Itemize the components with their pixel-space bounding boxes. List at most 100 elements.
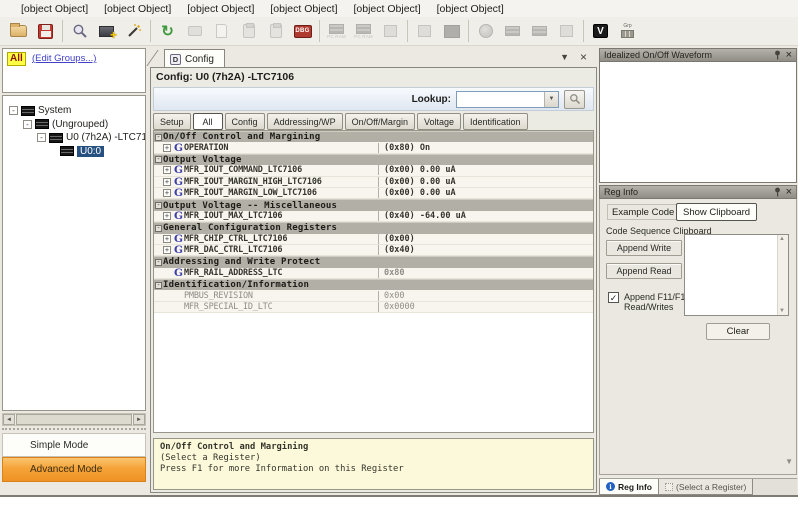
grid-entry[interactable]: G MFR_RAIL_ADDRESS_LTC 0x80 bbox=[154, 268, 593, 279]
clear-button[interactable]: Clear bbox=[706, 323, 770, 340]
tree-expander-icon[interactable]: - bbox=[9, 106, 18, 115]
telemetry-button[interactable] bbox=[182, 19, 207, 44]
grid-entry[interactable]: + G MFR_IOUT_MARGIN_HIGH_LTC7106 (0x00) … bbox=[154, 177, 593, 188]
menu-item[interactable]: [object Object] bbox=[96, 2, 179, 16]
grid-entry[interactable]: PMBUS_REVISION 0x00 bbox=[154, 290, 593, 301]
menu-item[interactable]: [object Object] bbox=[262, 2, 345, 16]
grid-entry[interactable]: + G MFR_DAC_CTRL_LTC7106 (0x40) bbox=[154, 245, 593, 256]
ram-a-button[interactable] bbox=[500, 19, 525, 44]
tree-expander-icon[interactable]: - bbox=[23, 120, 32, 129]
category-tab[interactable]: Voltage bbox=[417, 113, 461, 130]
scroll-right-icon[interactable]: ► bbox=[133, 414, 145, 425]
nvm-button[interactable] bbox=[554, 19, 579, 44]
search-button[interactable] bbox=[67, 19, 92, 44]
scroll-left-icon[interactable]: ◄ bbox=[3, 414, 15, 425]
save-button[interactable] bbox=[33, 19, 58, 44]
grid-entry[interactable]: - Output Voltage -- Miscellaneous bbox=[154, 199, 593, 210]
category-tab[interactable]: Identification bbox=[463, 113, 528, 130]
close-document-icon[interactable]: × bbox=[580, 52, 587, 62]
tree-item-selected[interactable]: U0:0 bbox=[3, 145, 145, 159]
tab-list-dropdown-icon[interactable]: ▼ bbox=[560, 52, 569, 62]
grid-entry[interactable]: MFR_SPECIAL_ID_LTC 0x0000 bbox=[154, 302, 593, 313]
grid-entry[interactable]: - Identification/Information bbox=[154, 279, 593, 290]
ram-b-button[interactable] bbox=[527, 19, 552, 44]
grid-entry[interactable]: + G MFR_CHIP_CTRL_LTC7106 (0x00) bbox=[154, 234, 593, 245]
row-expand-icon[interactable]: + bbox=[163, 212, 171, 220]
pc-to-ram-button[interactable]: PC RAM bbox=[324, 19, 349, 44]
tree-item[interactable]: - (Ungrouped) bbox=[3, 118, 145, 132]
ram-to-pc-button[interactable]: PC RAM bbox=[351, 19, 376, 44]
register-value[interactable]: (0x80) On bbox=[378, 143, 593, 153]
grid-entry[interactable]: - Output Voltage bbox=[154, 154, 593, 165]
section-collapse-icon[interactable]: - bbox=[155, 156, 162, 163]
advanced-mode-button[interactable]: Advanced Mode bbox=[2, 457, 146, 482]
debug-button[interactable]: DBG bbox=[290, 19, 315, 44]
group-button[interactable]: Grp bbox=[615, 19, 640, 44]
category-tab[interactable]: Addressing/WP bbox=[267, 113, 343, 130]
menu-item[interactable]: [object Object] bbox=[346, 2, 429, 16]
register-value[interactable]: 0x00 bbox=[378, 291, 593, 301]
tree-item[interactable]: - U0 (7h2A) -LTC7106 bbox=[3, 131, 145, 145]
lookup-search-button[interactable] bbox=[564, 90, 585, 109]
close-panel-icon[interactable]: × bbox=[786, 51, 792, 60]
lookup-combobox[interactable]: ▼ bbox=[456, 91, 559, 108]
splitter-grip[interactable] bbox=[2, 428, 146, 432]
edit-groups-link[interactable]: (Edit Groups...) bbox=[32, 53, 96, 64]
row-expand-icon[interactable]: + bbox=[163, 235, 171, 243]
pin-icon[interactable] bbox=[774, 50, 781, 60]
paste-button[interactable] bbox=[236, 19, 261, 44]
row-expand-icon[interactable]: + bbox=[163, 166, 171, 174]
menu-item[interactable]: [object Object] bbox=[429, 2, 512, 16]
grid-entry[interactable]: + G MFR_IOUT_MARGIN_LOW_LTC7106 (0x00) 0… bbox=[154, 188, 593, 199]
grid-entry[interactable]: + G MFR_IOUT_COMMAND_LTC7106 (0x00) 0.00… bbox=[154, 165, 593, 176]
pin-icon[interactable] bbox=[774, 187, 781, 197]
category-tab[interactable]: Setup bbox=[153, 113, 191, 130]
open-file-button[interactable] bbox=[6, 19, 31, 44]
scroll-up-icon[interactable]: ▲ bbox=[779, 236, 785, 242]
section-collapse-icon[interactable]: - bbox=[155, 134, 162, 141]
grid-entry[interactable]: - On/Off Control and Margining bbox=[154, 131, 593, 142]
chip-ram-dark-button[interactable] bbox=[439, 19, 464, 44]
tab-select-register[interactable]: (Select a Register) bbox=[659, 479, 753, 495]
config-document-tab[interactable]: D Config bbox=[164, 49, 225, 68]
row-expand-icon[interactable]: + bbox=[163, 178, 171, 186]
register-value[interactable]: 0x80 bbox=[378, 268, 593, 278]
textarea-scrollbar[interactable]: ▲ ▼ bbox=[777, 235, 788, 315]
grid-entry[interactable]: + G OPERATION (0x80) On bbox=[154, 142, 593, 153]
checkbox-checked-icon[interactable]: ✓ bbox=[608, 292, 619, 303]
tree-item[interactable]: - System bbox=[3, 104, 145, 118]
ram-buffer-button[interactable] bbox=[378, 19, 403, 44]
grid-entry[interactable]: + G MFR_IOUT_MAX_LTC7106 (0x40) -64.00 u… bbox=[154, 211, 593, 222]
tree-horizontal-scrollbar[interactable]: ◄ ► bbox=[2, 413, 146, 426]
tab-reg-info[interactable]: i Reg Info bbox=[599, 479, 659, 495]
register-value[interactable]: (0x00) 0.00 uA bbox=[378, 188, 593, 198]
category-tab[interactable]: On/Off/Margin bbox=[345, 113, 415, 130]
row-expand-icon[interactable]: + bbox=[163, 144, 171, 152]
section-collapse-icon[interactable]: - bbox=[155, 225, 162, 232]
osd-button[interactable] bbox=[473, 19, 498, 44]
row-expand-icon[interactable]: + bbox=[163, 246, 171, 254]
add-device-button[interactable]: + bbox=[94, 19, 119, 44]
code-clipboard-textarea[interactable]: ▲ ▼ bbox=[684, 234, 789, 316]
grid-entry[interactable]: - General Configuration Registers bbox=[154, 222, 593, 233]
scroll-down-icon[interactable]: ▼ bbox=[779, 308, 785, 314]
section-collapse-icon[interactable]: - bbox=[155, 259, 162, 266]
simple-mode-button[interactable]: Simple Mode bbox=[2, 433, 146, 457]
menu-item[interactable]: [object Object] bbox=[13, 2, 96, 16]
category-tab[interactable]: Config bbox=[225, 113, 265, 130]
menu-item[interactable]: [object Object] bbox=[179, 2, 262, 16]
register-value[interactable]: 0x0000 bbox=[378, 302, 593, 312]
register-value[interactable]: (0x00) bbox=[378, 234, 593, 244]
tree-expander-icon[interactable]: - bbox=[37, 133, 46, 142]
section-collapse-icon[interactable]: - bbox=[155, 202, 162, 209]
append-read-button[interactable]: Append Read bbox=[606, 263, 682, 279]
chip-ram-button[interactable] bbox=[412, 19, 437, 44]
wizard-button[interactable] bbox=[121, 19, 146, 44]
show-clipboard-button[interactable]: Show Clipboard bbox=[676, 203, 757, 221]
section-collapse-icon[interactable]: - bbox=[155, 282, 162, 289]
scrollbar-thumb[interactable] bbox=[16, 414, 132, 425]
panel-scroll-down-icon[interactable]: ▼ bbox=[785, 457, 793, 466]
register-value[interactable]: (0x40) -64.00 uA bbox=[378, 211, 593, 221]
append-write-button[interactable]: Append Write bbox=[606, 240, 682, 256]
register-value[interactable]: (0x00) 0.00 uA bbox=[378, 177, 593, 187]
